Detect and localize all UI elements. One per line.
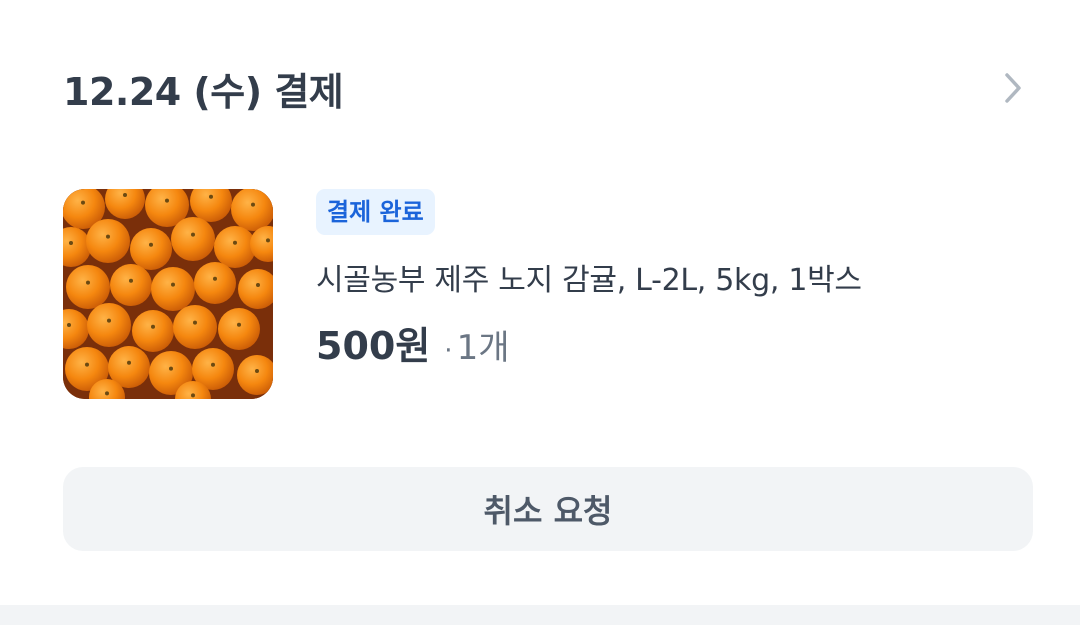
tangerine-shape (151, 267, 195, 311)
tangerine-stem (213, 276, 217, 281)
tangerine-stem (151, 324, 155, 329)
tangerine-stem (211, 362, 215, 367)
tangerine-stem (209, 194, 213, 199)
tangerine-stem (266, 238, 270, 243)
tangerine-stem (255, 369, 259, 373)
tangerine-stem (123, 193, 127, 197)
tangerine-stem (129, 278, 133, 283)
tangerine-stem (107, 318, 111, 323)
tangerine-stem (86, 280, 90, 285)
tangerine-stem (67, 323, 71, 327)
cancel-request-button[interactable]: 취소 요청 (63, 467, 1033, 551)
order-card: 12.24 (수) 결제 결제 완료 시골농부 제주 노지 감귤, L-2L, … (0, 0, 1080, 605)
tangerine-shape (171, 217, 215, 261)
order-header[interactable]: 12.24 (수) 결제 (63, 56, 1028, 120)
tangerine-stem (85, 362, 89, 367)
tangerine-stem (106, 234, 110, 239)
product-name: 시골농부 제주 노지 감귤, L-2L, 5kg, 1박스 (316, 263, 862, 298)
price-row: 500원 · 1개 (316, 315, 1016, 370)
tangerine-stem (191, 393, 195, 398)
tangerine-shape (87, 303, 131, 347)
tangerine-stem (237, 322, 241, 327)
tangerine-stem (256, 283, 260, 287)
tangerine-stem (81, 200, 85, 205)
tangerine-shape (66, 265, 110, 309)
product-quantity: 1개 (456, 328, 510, 368)
tangerine-shape (214, 226, 256, 268)
status-badge: 결제 완료 (316, 189, 435, 235)
tangerine-stem (193, 320, 197, 325)
order-date-title: 12.24 (수) 결제 (63, 69, 344, 114)
tangerine-shape (173, 305, 217, 349)
tangerine-stem (69, 241, 73, 245)
tangerine-stem (191, 232, 195, 237)
tangerine-stem (251, 202, 255, 207)
tangerine-stem (171, 282, 175, 287)
tangerine-stem (127, 360, 131, 365)
tangerine-shape (130, 228, 172, 270)
tangerine-shape (194, 262, 236, 304)
tangerine-stem (165, 198, 169, 203)
tangerine-shape (218, 308, 260, 350)
product-row[interactable]: 결제 완료 시골농부 제주 노지 감귤, L-2L, 5kg, 1박스 500원… (63, 189, 1028, 400)
tangerine-shape (86, 219, 130, 263)
product-price: 500원 (316, 324, 431, 368)
product-info: 결제 완료 시골농부 제주 노지 감귤, L-2L, 5kg, 1박스 500원… (316, 189, 1016, 370)
tangerine-stem (169, 366, 173, 371)
tangerine-stem (105, 391, 109, 396)
tangerine-shape (110, 264, 152, 306)
section-divider (0, 605, 1080, 625)
product-image[interactable] (63, 189, 273, 399)
tangerine-shape (132, 310, 174, 352)
chevron-right-icon[interactable] (998, 68, 1028, 108)
tangerine-stem (149, 242, 153, 247)
separator-dot: · (444, 336, 453, 366)
tangerine-stem (233, 240, 237, 245)
